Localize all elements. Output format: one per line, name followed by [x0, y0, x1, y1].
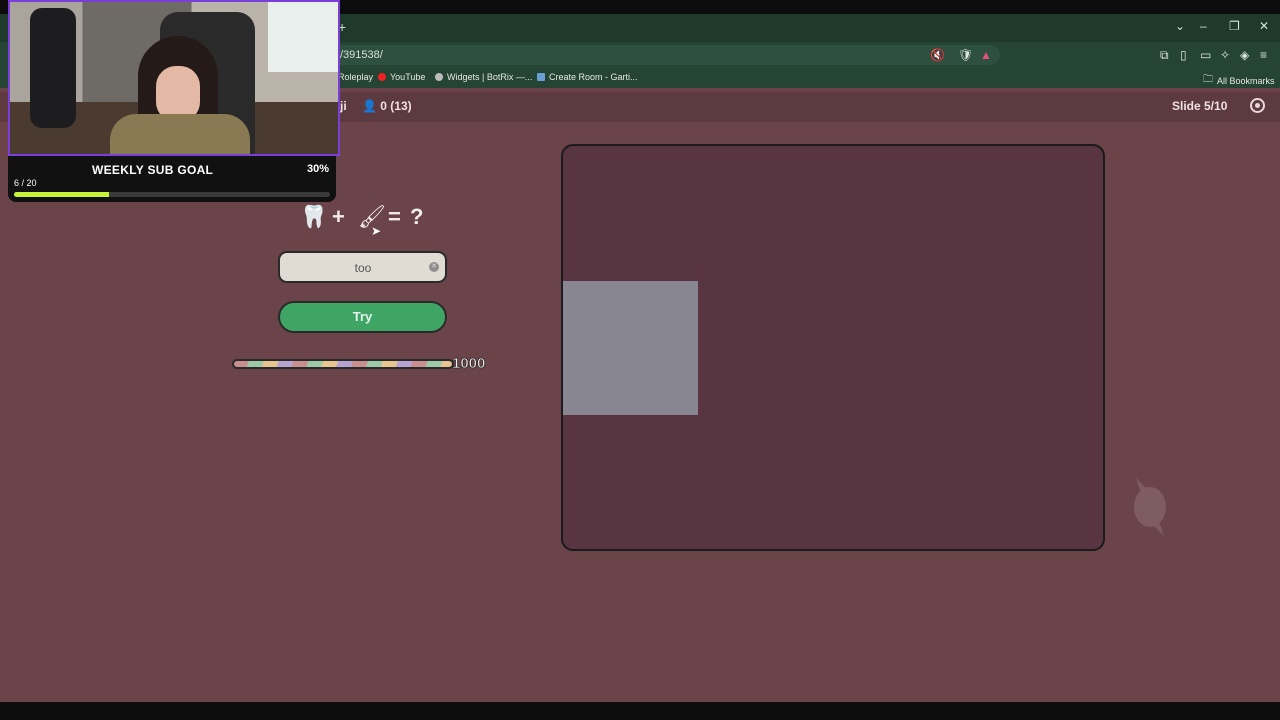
score-value: 1000: [452, 355, 486, 373]
gartic-icon: [537, 73, 545, 81]
equals-sign: =: [388, 204, 401, 229]
screen: + ⌄ – ❐ ✕ /391538/ 🔇 🛡 ▲ ⧉ ▯ ▭ ✧ ◈ ≡ Rol…: [0, 0, 1280, 720]
hidden-image-tile: [563, 281, 698, 415]
try-button[interactable]: Try: [278, 301, 447, 333]
leo-icon[interactable]: ✧: [1220, 48, 1230, 62]
clear-input-icon[interactable]: ✕: [429, 262, 439, 272]
menu-icon[interactable]: ≡: [1260, 48, 1267, 62]
botrix-icon: [435, 73, 443, 81]
bookmark-create-room[interactable]: Create Room - Garti...: [537, 72, 638, 82]
close-window-icon[interactable]: ✕: [1259, 19, 1269, 33]
brave-shield-icon[interactable]: 🛡: [958, 48, 973, 62]
plus-sign: +: [332, 204, 345, 229]
bookmark-roleplay[interactable]: Roleplay: [338, 72, 373, 82]
mouse-cursor-icon: ➤: [371, 224, 382, 238]
sub-goal-progress-bar: [14, 192, 330, 197]
sub-goal-title: WEEKLY SUB GOAL: [92, 163, 214, 177]
sub-goal-progress-fill: [14, 192, 109, 197]
minimize-icon[interactable]: –: [1200, 19, 1207, 33]
rewards-icon[interactable]: ▲: [980, 48, 992, 62]
sidebar-icon[interactable]: ▯: [1180, 48, 1187, 62]
bookmark-youtube[interactable]: YouTube: [378, 72, 425, 82]
restore-icon[interactable]: ❐: [1229, 19, 1240, 33]
url-field[interactable]: [330, 45, 1000, 65]
vpn-icon[interactable]: ◈: [1240, 48, 1249, 62]
webcam-punching-bag: [30, 8, 76, 128]
webcam-overlay: [8, 0, 340, 156]
slide-counter: Slide 5/10: [1172, 99, 1228, 113]
answer-input-value: too: [354, 261, 372, 275]
all-bookmarks[interactable]: 🗀 All Bookmarks: [1203, 72, 1275, 89]
players-count: 👤 0 (13): [362, 99, 412, 113]
candy-watermark-icon: [1134, 478, 1166, 536]
drawing-canvas[interactable]: [561, 144, 1105, 551]
webcam-streamer-shirt: [110, 114, 250, 154]
bottom-strip: [0, 702, 1280, 720]
sub-goal-percent: 30%: [307, 163, 330, 175]
folder-icon: 🗀: [1203, 74, 1213, 85]
timer-bar: [232, 359, 454, 369]
bookmark-widgets[interactable]: Widgets | BotRix —...: [435, 72, 532, 82]
wallet-icon[interactable]: ▭: [1200, 48, 1211, 62]
settings-gear-icon[interactable]: [1250, 98, 1265, 113]
question-mark: ?: [410, 204, 424, 229]
sub-goal-count: 6 / 20: [14, 178, 37, 188]
webcam-window: [268, 2, 338, 72]
person-icon: 👤: [362, 99, 377, 113]
tab-list-chevron-icon[interactable]: ⌄: [1175, 19, 1185, 33]
topbar-title-fragment: ji: [340, 99, 347, 113]
url-text: /391538/: [340, 49, 383, 61]
extensions-icon[interactable]: ⧉: [1160, 48, 1169, 63]
mute-icon[interactable]: 🔇: [930, 48, 945, 62]
youtube-icon: [378, 73, 386, 81]
answer-input[interactable]: too: [278, 251, 447, 283]
tooth-emoji-icon: 🦷: [300, 204, 328, 229]
